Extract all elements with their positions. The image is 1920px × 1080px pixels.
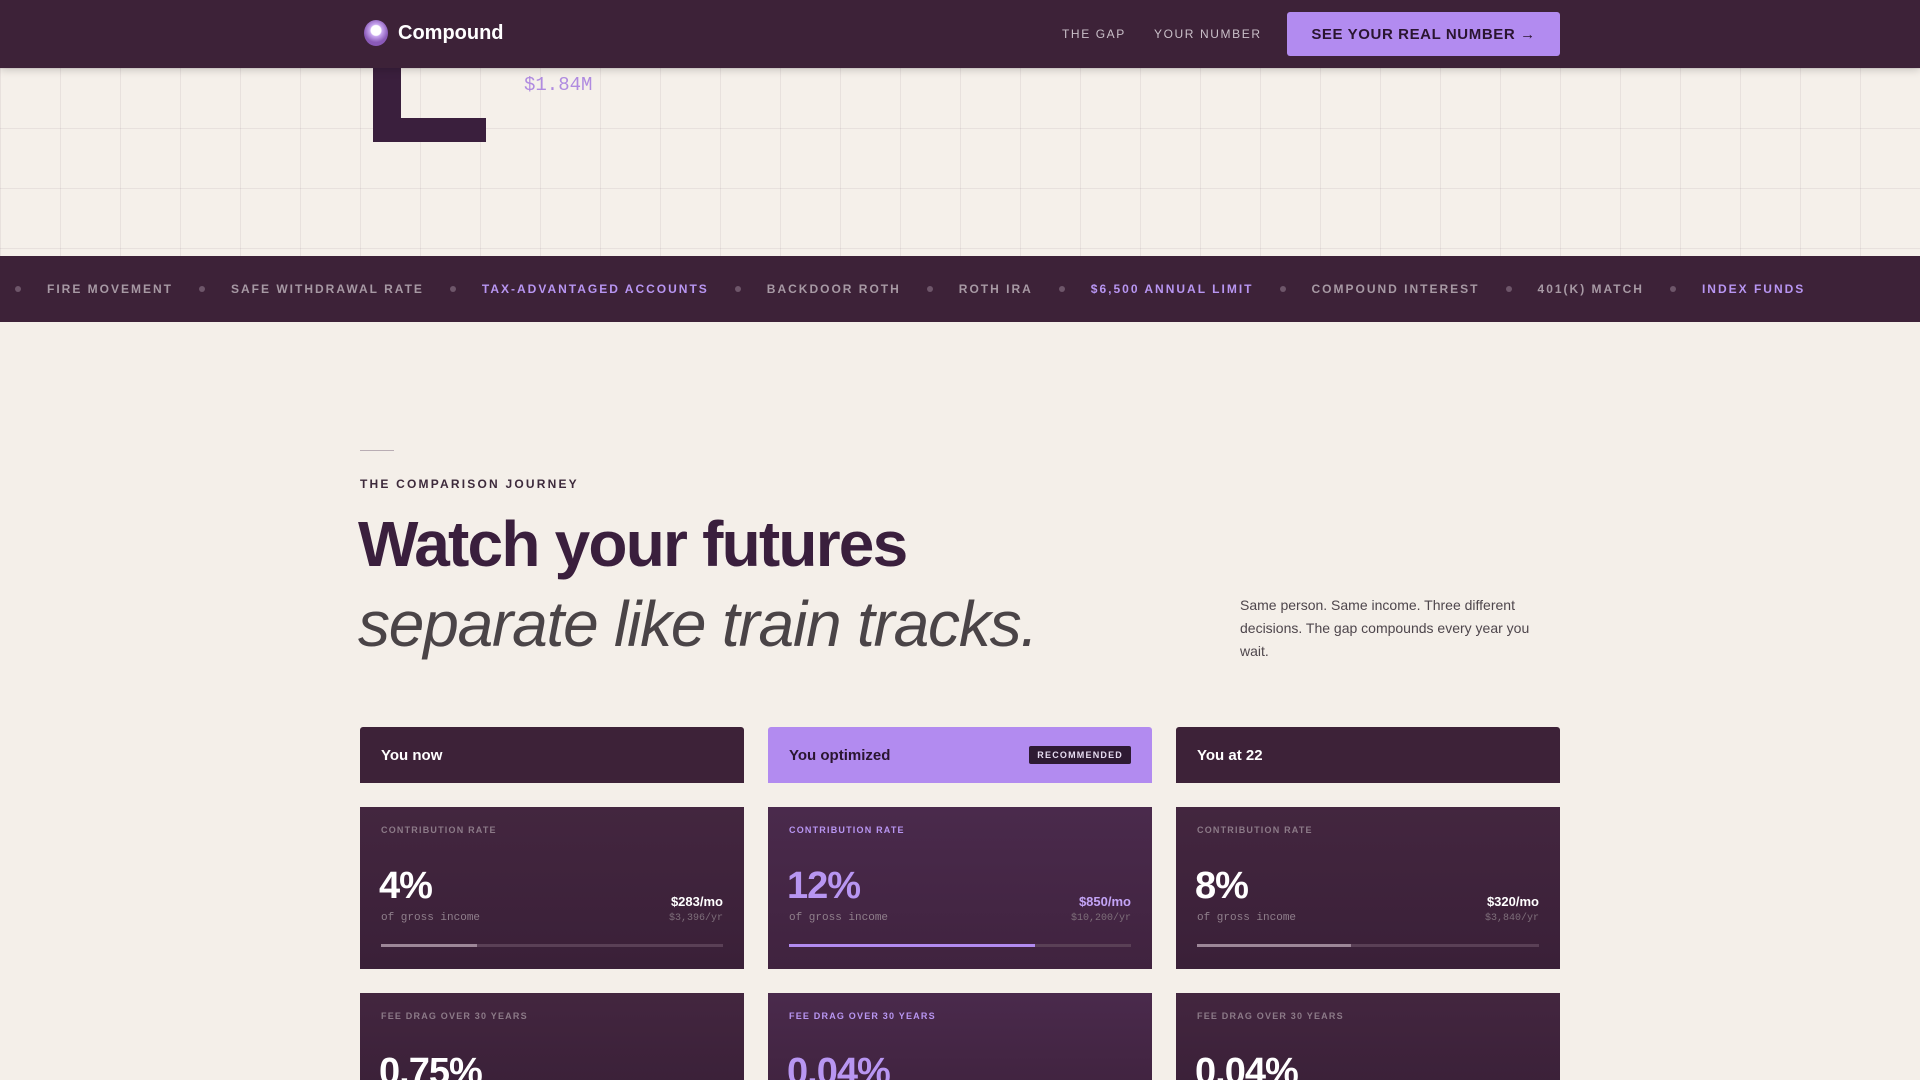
see-your-real-number-button[interactable]: SEE YOUR REAL NUMBER → [1287,12,1560,56]
fee-label: FEE DRAG OVER 30 YEARS [381,1011,528,1021]
nav-link-your-number[interactable]: YOUR NUMBER [1154,27,1262,41]
contribution-label: CONTRIBUTION RATE [1197,825,1313,835]
eyebrow-divider [360,450,394,451]
contribution-yearly: $10,200/yr [1070,913,1131,924]
ticker-item: TAX-ADVANTAGED ACCOUNTS [481,282,709,296]
fee-label: FEE DRAG OVER 30 YEARS [789,1011,936,1021]
section-eyebrow: THE COMPARISON JOURNEY [360,477,579,491]
column-header-you-optimized: You optimized RECOMMENDED [768,727,1152,783]
contribution-progress-track [381,944,723,947]
ticker-item: 401(K) MATCH [1537,282,1644,296]
fee-rate: 0.04% [787,1051,891,1080]
contribution-card-you-optimized: CONTRIBUTION RATE 12% of gross income $8… [768,807,1152,969]
fee-label: FEE DRAG OVER 30 YEARS [1197,1011,1344,1021]
contribution-rate: 4% [379,865,433,907]
contribution-monthly: $850/mo [1078,894,1131,909]
column-header-you-at-22: You at 22 [1176,727,1560,783]
contribution-yearly: $3,840/yr [1484,913,1539,924]
compound-logo-icon [364,20,388,46]
contribution-label: CONTRIBUTION RATE [381,825,497,835]
contribution-basis: of gross income [789,912,889,924]
ticker-item: ROTH IRA [958,282,1033,296]
contribution-monthly: $283/mo [670,894,723,909]
fee-card-you-optimized: FEE DRAG OVER 30 YEARS 0.04% [768,993,1152,1080]
column-title: You at 22 [1197,746,1263,764]
contribution-basis: of gross income [1197,912,1297,924]
brand-logo-link[interactable]: Compound [364,20,504,46]
ticker-track: FIRE MOVEMENT SAFE WITHDRAWAL RATE TAX-ADV… [0,256,1805,322]
column-header-you-now: You now [360,727,744,783]
column-title: You optimized [789,746,891,764]
ticker-separator-dot [734,286,741,292]
contribution-card-you-now: CONTRIBUTION RATE 4% of gross income $28… [360,807,744,969]
ticker-separator-dot [1058,286,1065,292]
ticker-item: BACKDOOR ROTH [766,282,901,296]
contribution-basis: of gross income [381,912,481,924]
recommended-badge: RECOMMENDED [1029,746,1131,764]
section-subhead: separate like train tracks. [358,588,1038,660]
ticker-item: COMPOUND INTEREST [1311,282,1480,296]
contribution-progress-fill [1197,944,1351,947]
fee-rate: 0.04% [1195,1051,1299,1080]
ticker-separator-dot [1505,286,1512,292]
ticker-separator-dot [199,286,206,292]
ticker-item: $6,500 ANNUAL LIMIT [1090,282,1254,296]
section-headline: Watch your futures [358,508,908,580]
column-title: You now [381,746,443,764]
fee-card-you-now: FEE DRAG OVER 30 YEARS 0.75% [360,993,744,1080]
contribution-yearly: $3,396/yr [668,913,723,924]
contribution-rate: 8% [1195,865,1249,907]
ticker-separator-dot [15,286,21,292]
contribution-monthly: $320/mo [1486,894,1539,909]
topic-ticker: FIRE MOVEMENT SAFE WITHDRAWAL RATE TAX-ADV… [0,256,1920,322]
nav-link-the-gap[interactable]: THE GAP [1062,27,1126,41]
contribution-progress-track [1197,944,1539,947]
contribution-rate: 12% [787,865,861,907]
ticker-separator-dot [1279,286,1286,292]
ticker-separator-dot [1669,286,1676,292]
contribution-card-you-at-22: CONTRIBUTION RATE 8% of gross income $32… [1176,807,1560,969]
ticker-separator-dot [926,286,933,292]
fee-card-you-at-22: FEE DRAG OVER 30 YEARS 0.04% [1176,993,1560,1080]
top-nav: Compound THE GAP YOUR NUMBER SEE YOUR RE… [0,0,1920,68]
brand-name: Compound [398,21,504,44]
hero-projected-value: $1.84M [524,74,593,96]
contribution-progress-fill [789,944,1036,947]
contribution-progress-fill [381,944,477,947]
ticker-item: FIRE MOVEMENT [47,282,174,296]
ticker-separator-dot [449,286,456,292]
ticker-item: SAFE WITHDRAWAL RATE [231,282,424,296]
ticker-item: INDEX FUNDS [1701,282,1806,296]
contribution-label: CONTRIBUTION RATE [789,825,905,835]
section-description: Same person. Same income. Three differen… [1240,597,1530,659]
fee-rate: 0.75% [379,1051,483,1080]
contribution-progress-track [789,944,1131,947]
